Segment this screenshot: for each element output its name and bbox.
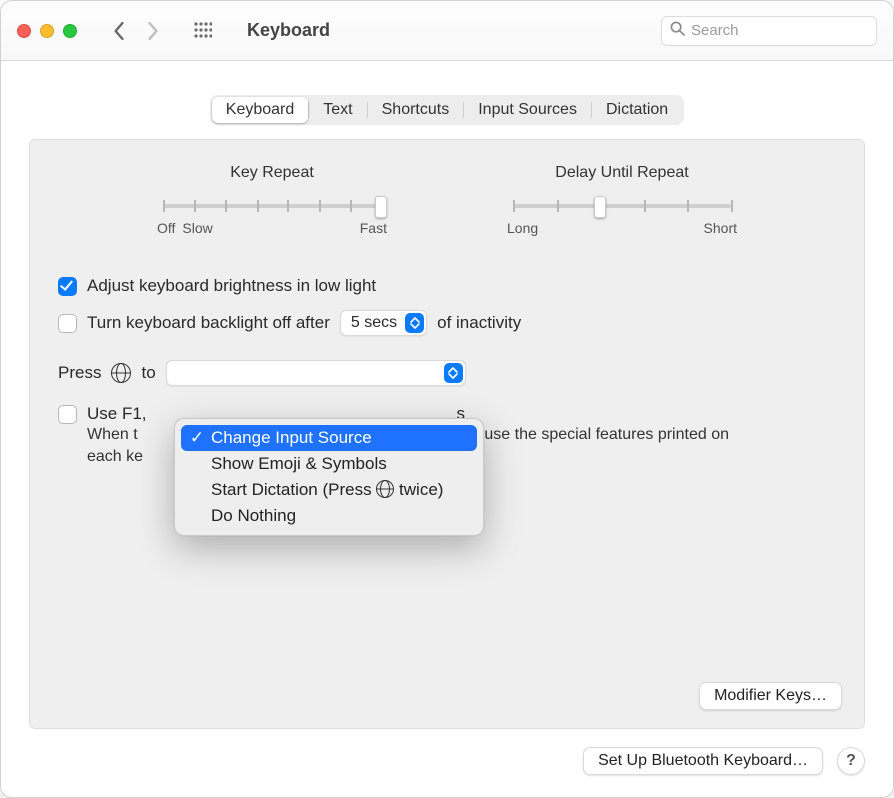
- back-button[interactable]: [103, 18, 135, 44]
- close-window-button[interactable]: [17, 24, 31, 38]
- key-repeat-fast-label: Fast: [360, 220, 387, 236]
- globe-action-popup[interactable]: [166, 360, 466, 386]
- tab-dictation[interactable]: Dictation: [592, 97, 682, 123]
- globe-icon: [376, 480, 394, 498]
- press-globe-row: Press to: [58, 360, 836, 386]
- zoom-window-button[interactable]: [63, 24, 77, 38]
- backlight-off-checkbox[interactable]: [58, 314, 77, 333]
- delay-slider[interactable]: [513, 194, 731, 216]
- press-label: Press: [58, 363, 101, 383]
- key-repeat-off-label: Off: [157, 220, 175, 236]
- popup-arrows-icon: [405, 313, 424, 333]
- key-repeat-title: Key Repeat: [157, 164, 387, 182]
- forward-button[interactable]: [137, 18, 169, 44]
- tab-bar: Keyboard Text Shortcuts Input Sources Di…: [29, 95, 865, 125]
- delay-title: Delay Until Repeat: [507, 164, 737, 182]
- globe-icon: [111, 363, 131, 383]
- menu-item-change-input-source[interactable]: ✓ Change Input Source: [181, 425, 477, 451]
- key-repeat-slow-label: Slow: [182, 220, 212, 236]
- backlight-off-label-before: Turn keyboard backlight off after: [87, 313, 330, 333]
- keyboard-tab-panel: Key Repeat Off Slow Fast Delay Until Rep…: [29, 139, 865, 729]
- tab-keyboard[interactable]: Keyboard: [212, 97, 309, 123]
- delay-short-label: Short: [704, 220, 737, 236]
- tab-shortcuts[interactable]: Shortcuts: [368, 97, 464, 123]
- key-repeat-group: Key Repeat Off Slow Fast: [157, 164, 387, 236]
- key-repeat-slider[interactable]: [163, 194, 381, 216]
- delay-until-repeat-group: Delay Until Repeat Long Short: [507, 164, 737, 236]
- prefs-nav: [103, 18, 169, 44]
- tab-text[interactable]: Text: [309, 97, 366, 123]
- menu-item-do-nothing[interactable]: ✓ Do Nothing: [181, 503, 477, 529]
- popup-arrows-icon: [444, 363, 463, 383]
- search-input[interactable]: [691, 22, 890, 39]
- search-icon: [670, 21, 685, 41]
- delay-long-label: Long: [507, 220, 538, 236]
- backlight-off-row: Turn keyboard backlight off after 5 secs…: [58, 310, 836, 336]
- window-controls: [17, 24, 77, 38]
- client-area: Keyboard Text Shortcuts Input Sources Di…: [1, 61, 893, 797]
- adjust-brightness-label: Adjust keyboard brightness in low light: [87, 276, 376, 296]
- window-title: Keyboard: [247, 20, 330, 41]
- tab-input-sources[interactable]: Input Sources: [464, 97, 591, 123]
- sliders-row: Key Repeat Off Slow Fast Delay Until Rep…: [58, 164, 836, 236]
- show-all-prefs-button[interactable]: [189, 17, 217, 45]
- press-to-label: to: [141, 363, 155, 383]
- menu-item-start-dictation[interactable]: ✓ Start Dictation (Press twice): [181, 477, 477, 503]
- modifier-keys-button[interactable]: Modifier Keys…: [699, 682, 842, 710]
- fn-keys-checkbox[interactable]: [58, 405, 77, 424]
- key-repeat-knob[interactable]: [375, 196, 387, 218]
- backlight-duration-popup[interactable]: 5 secs: [340, 310, 427, 336]
- help-button[interactable]: ?: [837, 747, 865, 775]
- backlight-off-label-after: of inactivity: [437, 313, 521, 333]
- fn-keys-label-pre: Use F1,: [87, 404, 147, 424]
- adjust-brightness-checkbox[interactable]: [58, 277, 77, 296]
- bluetooth-keyboard-button[interactable]: Set Up Bluetooth Keyboard…: [583, 747, 823, 775]
- menu-item-show-emoji[interactable]: ✓ Show Emoji & Symbols: [181, 451, 477, 477]
- adjust-brightness-row: Adjust keyboard brightness in low light: [58, 276, 836, 296]
- globe-action-menu: ✓ Change Input Source ✓ Show Emoji & Sym…: [174, 418, 484, 536]
- window-footer: Set Up Bluetooth Keyboard… ?: [583, 747, 865, 775]
- delay-knob[interactable]: [594, 196, 606, 218]
- preferences-window: Keyboard Keyboard Text Shortcuts Input S…: [0, 0, 894, 798]
- minimize-window-button[interactable]: [40, 24, 54, 38]
- search-field[interactable]: [661, 16, 877, 46]
- titlebar: Keyboard: [1, 1, 893, 61]
- backlight-duration-value: 5 secs: [351, 314, 397, 332]
